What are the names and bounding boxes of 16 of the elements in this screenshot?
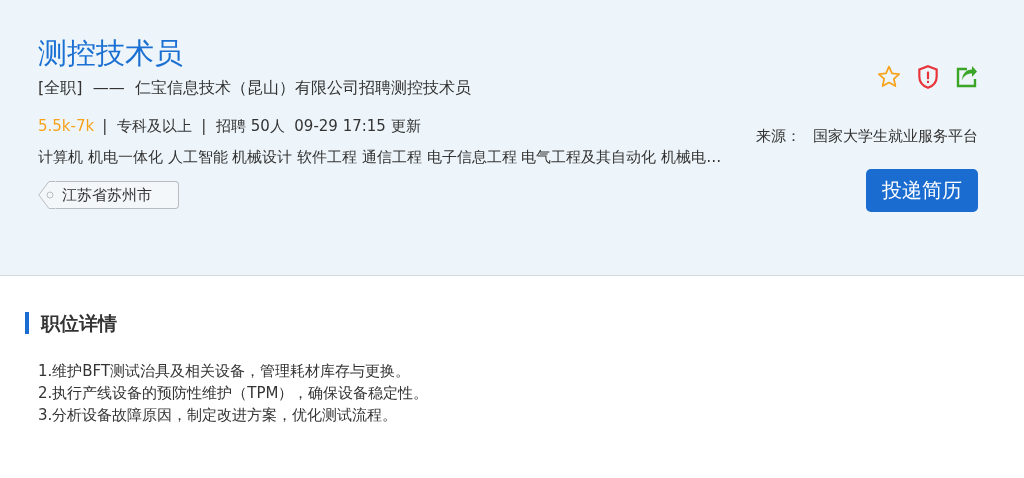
shield-alert-icon[interactable] <box>916 64 940 90</box>
job-title: 测控技术员 <box>38 35 184 72</box>
tag-hole-icon <box>38 181 56 209</box>
source-label: 来源： <box>756 127 801 146</box>
job-duty-text: 1.维护BFT测试治具及相关设备，管理耗材库存与更换。 <box>38 361 412 382</box>
job-meta-text: | 专科及以上 | 招聘 50人 09-29 17:15 更新 <box>102 117 421 136</box>
job-duty-text: 2.执行产线设备的预防性维护（TPM），确保设备稳定性。 <box>38 383 430 404</box>
salary-range: 5.5k-7k <box>38 117 95 136</box>
job-subtitle: [全职] —— 仁宝信息技术（昆山）有限公司招聘测控技术员 <box>38 78 471 99</box>
star-icon[interactable] <box>876 64 902 90</box>
section-heading: 职位详情 <box>25 312 1024 334</box>
majors-list: 计算机 机电一体化 人工智能 机械设计 软件工程 通信工程 电子信息工程 电气工程及其自动化 机械电… <box>38 148 978 167</box>
apply-button[interactable]: 投递简历 <box>866 169 978 212</box>
job-duty-text: 3.分析设备故障原因，制定改进方案，优化测试流程。 <box>38 405 399 426</box>
share-icon[interactable] <box>954 65 978 89</box>
source-name: 国家大学生就业服务平台 <box>813 127 978 146</box>
